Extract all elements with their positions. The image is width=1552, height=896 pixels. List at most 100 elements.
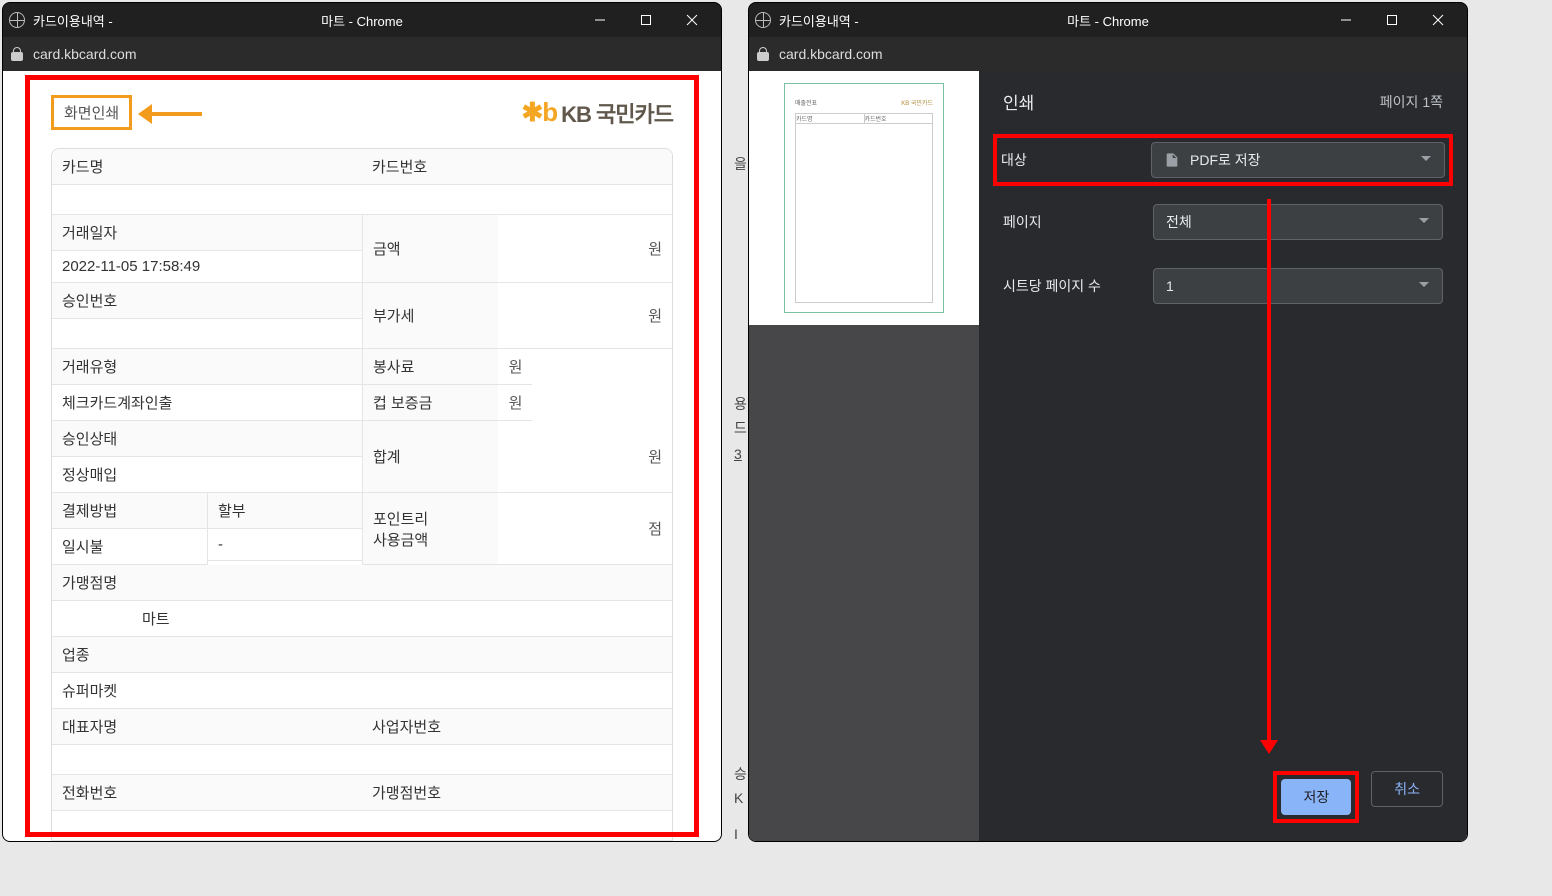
print-dialog: 매출전표 KB 국민카드 카드명 카드번호 인쇄 페이지 1쪽 (749, 71, 1467, 841)
unit-won: 원 (498, 385, 532, 421)
value-merchant-name: 마트 (52, 601, 672, 637)
label-pay-method: 결제방법 (52, 493, 207, 529)
chevron-down-icon (1420, 152, 1432, 168)
print-preview-column: 매출전표 KB 국민카드 카드명 카드번호 (749, 71, 979, 841)
sheets-per-page-value: 1 (1166, 278, 1174, 294)
value-pay-method: 일시불 (52, 529, 207, 565)
preview-col-2: 카드번호 (865, 114, 933, 123)
bg-text: I (734, 826, 738, 842)
address-bar[interactable]: card.kbcard.com (749, 37, 1467, 71)
label-biz-no: 사업자번호 (362, 709, 672, 745)
orange-arrow-annotation (142, 108, 212, 118)
label-pages: 페이지 (1003, 212, 1153, 232)
bg-text: 드 (734, 418, 747, 438)
unit-jeom: 점 (498, 493, 672, 565)
label-approval-status: 승인상태 (52, 421, 362, 457)
sheets-per-page-select[interactable]: 1 (1153, 268, 1443, 304)
label-address: 주소 (52, 841, 672, 842)
label-amount: 금액 (362, 215, 498, 283)
value-phone (52, 811, 362, 841)
value-approval-no (52, 319, 362, 349)
label-merchant-no: 가맹점번호 (362, 775, 672, 811)
kb-logo-text: KB 국민카드 (561, 97, 673, 129)
label-sheets-per-page: 시트당 페이지 수 (1003, 276, 1153, 296)
value-biz-no (362, 745, 672, 775)
page-count-text: 페이지 1쪽 (1380, 92, 1443, 112)
label-merchant-name: 가맹점명 (52, 565, 672, 601)
maximize-button[interactable] (1369, 4, 1415, 36)
label-total: 합계 (362, 421, 498, 493)
window-title-1: 카드이용내역 - (33, 11, 113, 30)
value-card-number (362, 185, 672, 215)
address-bar[interactable]: card.kbcard.com (3, 37, 721, 71)
screen-print-button[interactable]: 화면인쇄 (51, 95, 132, 130)
label-installment: 할부 (208, 493, 362, 529)
maximize-button[interactable] (623, 4, 669, 36)
label-owner: 대표자명 (52, 709, 362, 745)
cancel-button[interactable]: 취소 (1371, 771, 1443, 807)
save-button[interactable]: 저장 (1281, 779, 1351, 815)
unit-won: 원 (498, 349, 532, 385)
red-highlight-save: 저장 (1273, 771, 1359, 823)
kb-star-icon: ✱b (521, 97, 557, 128)
browser-window-left: 카드이용내역 - 마트 - Chrome card.kbcard.com 화면인… (2, 2, 722, 842)
transaction-table: 카드명 카드번호 거래일자 2022-11-05 17:58:49 금액 원 (51, 148, 673, 842)
lock-icon (11, 47, 23, 61)
value-approval-status: 정상매입 (52, 457, 362, 493)
print-preview-sheet[interactable]: 매출전표 KB 국민카드 카드명 카드번호 (784, 83, 944, 313)
label-tx-date: 거래일자 (52, 215, 362, 251)
chevron-down-icon (1418, 278, 1430, 294)
destination-select[interactable]: PDF로 저장 (1151, 142, 1445, 178)
bg-text: 승 (734, 764, 747, 784)
close-button[interactable] (1415, 4, 1461, 36)
window-title-2: 마트 - Chrome (1067, 11, 1149, 30)
red-arrow-annotation (1267, 199, 1271, 749)
label-card-name: 카드명 (52, 149, 362, 185)
minimize-button[interactable] (577, 4, 623, 36)
label-phone: 전화번호 (52, 775, 362, 811)
label-cup-deposit: 컵 보증금 (363, 385, 498, 421)
page-content: 화면인쇄 ✱b KB 국민카드 카드명 카드번호 (3, 71, 721, 841)
value-tx-type: 체크카드계좌인출 (52, 385, 362, 421)
label-destination: 대상 (1001, 150, 1151, 170)
lock-icon (757, 47, 769, 61)
value-category: 슈퍼마켓 (52, 673, 672, 709)
pdf-file-icon (1164, 150, 1180, 170)
bg-text: 을 (734, 154, 747, 174)
red-highlight-destination: 대상 PDF로 저장 (993, 134, 1453, 186)
label-pointry-line2: 사용금액 (373, 529, 428, 550)
titlebar[interactable]: 카드이용내역 - 마트 - Chrome (3, 3, 721, 37)
label-service-fee: 봉사료 (363, 349, 498, 385)
preview-header-right: KB 국민카드 (901, 98, 933, 107)
preview-col-1: 카드명 (796, 114, 865, 123)
pages-value: 전체 (1166, 212, 1192, 232)
unit-won: 원 (498, 215, 672, 283)
preview-header-left: 매출전표 (795, 98, 817, 107)
url-text: card.kbcard.com (33, 46, 136, 62)
minimize-button[interactable] (1323, 4, 1369, 36)
preview-table: 카드명 카드번호 (795, 113, 933, 303)
titlebar[interactable]: 카드이용내역 - 마트 - Chrome (749, 3, 1467, 37)
print-dialog-title: 인쇄 (1003, 89, 1034, 114)
globe-icon (755, 12, 771, 28)
value-installment: - (208, 529, 362, 561)
value-owner (52, 745, 362, 775)
bg-text: 3 (734, 446, 742, 462)
label-vat: 부가세 (362, 283, 498, 349)
browser-window-right: 카드이용내역 - 마트 - Chrome card.kbcard.com 매출전… (748, 2, 1468, 842)
unit-won: 원 (498, 421, 672, 493)
label-approval-no: 승인번호 (52, 283, 362, 319)
pages-select[interactable]: 전체 (1153, 204, 1443, 240)
bg-text: K (734, 790, 743, 806)
value-merchant-no (362, 811, 672, 841)
window-title-1: 카드이용내역 - (779, 11, 859, 30)
label-card-number: 카드번호 (362, 149, 672, 185)
window-title-2: 마트 - Chrome (321, 11, 403, 30)
value-tx-date: 2022-11-05 17:58:49 (52, 251, 362, 283)
close-button[interactable] (669, 4, 715, 36)
label-pointry: 포인트리 사용금액 (362, 493, 498, 565)
dialog-action-row: 저장 취소 (1273, 771, 1443, 823)
url-text: card.kbcard.com (779, 46, 882, 62)
bg-text: 용 (734, 394, 747, 414)
chevron-down-icon (1418, 214, 1430, 230)
